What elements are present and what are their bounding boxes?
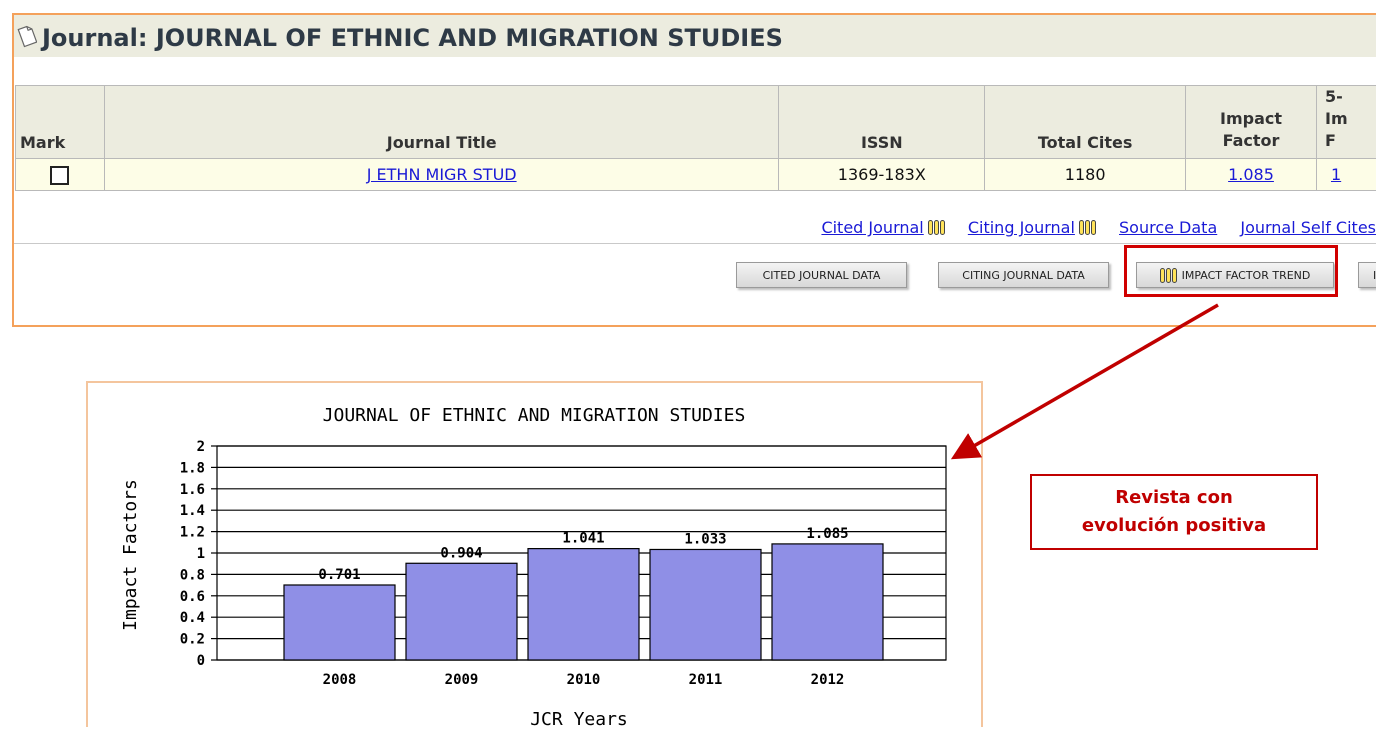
annotation-arrow — [0, 0, 1376, 727]
